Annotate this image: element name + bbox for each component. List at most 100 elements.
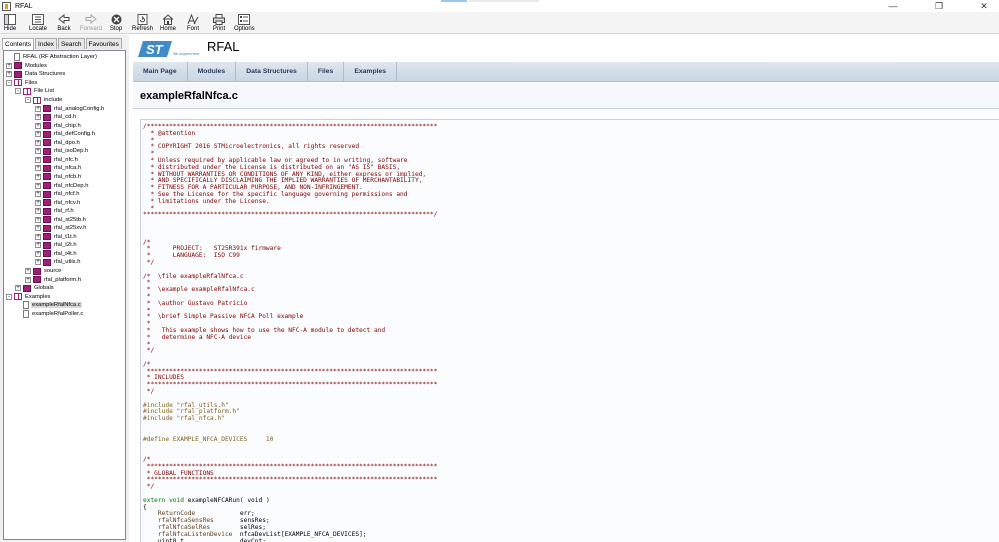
font-button[interactable]: Font xyxy=(186,12,200,34)
tree-item[interactable]: + rfal_nfcf.h xyxy=(35,190,80,199)
expand-icon[interactable]: + xyxy=(35,148,41,155)
expand-icon[interactable]: + xyxy=(35,216,41,223)
content-area: ST life.augmented RFAL Main Page Modules… xyxy=(133,35,999,542)
expand-icon[interactable]: + xyxy=(35,139,41,146)
back-button[interactable]: Back xyxy=(57,12,71,34)
code-listing[interactable]: /***************************************… xyxy=(140,119,999,542)
refresh-button[interactable]: Refresh xyxy=(132,12,153,34)
tree-item[interactable]: + rfal_isoDep.h xyxy=(35,147,89,156)
expand-icon[interactable]: + xyxy=(35,191,41,198)
tree-item[interactable]: + rfal_st25xv.h xyxy=(35,224,87,233)
options-button[interactable]: Options xyxy=(234,12,255,34)
tree-item[interactable]: + rfal_cd.h xyxy=(35,113,77,122)
expand-icon[interactable]: + xyxy=(35,242,41,249)
tree-item[interactable]: + rfal_platform.h xyxy=(25,275,82,284)
tree-item[interactable]: + rfal_nfcv.h xyxy=(35,198,81,207)
tree-item[interactable]: + rfal_rf.h xyxy=(35,207,75,216)
tree-item-label: rfal_defConfig.h xyxy=(54,131,95,138)
locate-button[interactable]: Locate xyxy=(29,12,47,34)
expand-icon[interactable]: + xyxy=(35,259,41,266)
expand-icon[interactable]: + xyxy=(35,173,41,180)
closed-book-icon xyxy=(43,250,51,258)
tree-item[interactable]: + rfal_nfcb.h xyxy=(35,173,82,182)
tree-item-label: rfal_dpo.h xyxy=(54,139,80,146)
tree-item[interactable]: - Files xyxy=(6,79,38,88)
collapse-icon[interactable]: - xyxy=(6,79,12,86)
tree-item[interactable]: + rfal_utils.h xyxy=(35,258,81,267)
logo-text: ST xyxy=(146,42,164,57)
expand-icon[interactable]: + xyxy=(35,165,41,172)
expand-icon[interactable]: + xyxy=(35,182,41,189)
tab-examples[interactable]: Examples xyxy=(344,62,398,82)
tree-item[interactable]: - include xyxy=(25,96,63,105)
tree-item[interactable]: + Data Structures xyxy=(6,70,66,79)
tab-modules[interactable]: Modules xyxy=(188,62,237,82)
minimize-button[interactable]: — xyxy=(878,0,908,12)
tree-item[interactable]: - Examples xyxy=(6,292,51,301)
forward-button[interactable]: Forward xyxy=(80,12,102,34)
print-button[interactable]: Print xyxy=(212,12,226,34)
collapse-icon[interactable]: - xyxy=(6,293,12,300)
tree-item[interactable]: + rfal_analogConfig.h xyxy=(35,104,105,113)
tree-item[interactable]: + Modules xyxy=(6,62,48,71)
tab-files[interactable]: Files xyxy=(308,62,345,82)
expand-icon[interactable]: + xyxy=(35,131,41,138)
expand-icon[interactable]: + xyxy=(15,285,21,292)
tree-item[interactable]: + rfal_nfca.h xyxy=(35,164,82,173)
tab-favourites[interactable]: Favourites xyxy=(85,38,122,49)
tab-data-structures[interactable]: Data Structures xyxy=(236,62,308,82)
tree-item[interactable]: + rfal_st25tb.h xyxy=(35,215,87,224)
expand-icon[interactable]: + xyxy=(35,105,41,112)
collapse-icon[interactable]: - xyxy=(25,97,31,103)
tree-item[interactable]: + rfal_t2t.h xyxy=(35,241,78,250)
expand-icon[interactable]: + xyxy=(35,208,41,215)
tab-main-page[interactable]: Main Page xyxy=(133,62,188,82)
tab-index[interactable]: Index xyxy=(35,38,57,49)
tree-item[interactable]: + rfal_t1t.h xyxy=(35,233,78,242)
code-line: */ xyxy=(143,388,155,396)
code-type-link[interactable]: rfalNfcaListenDevice xyxy=(158,531,233,538)
tab-search[interactable]: Search xyxy=(57,38,85,49)
tree-item[interactable]: exampleRfalPoller.c xyxy=(15,309,84,319)
closed-book-icon xyxy=(33,267,41,275)
code-line: * xyxy=(143,279,151,287)
code-line: * limitations under the License. xyxy=(143,197,270,205)
tree-item[interactable]: + rfal_dpo.h xyxy=(35,139,81,148)
tree-item[interactable]: + rfal_nfc.h xyxy=(35,156,79,165)
expand-icon[interactable]: + xyxy=(35,199,41,206)
closed-book-icon xyxy=(43,122,51,130)
expand-icon[interactable]: + xyxy=(35,114,41,121)
tree-item[interactable]: + rfal_chip.h xyxy=(35,121,82,130)
tree-item[interactable]: + rfal_t4t.h xyxy=(35,250,78,259)
contents-tree[interactable]: RFAL (RF Abstraction Layer) + Modules + Data… xyxy=(3,50,126,540)
home-button[interactable]: Home xyxy=(160,12,176,34)
tree-item-label: Modules xyxy=(25,62,47,69)
expand-icon[interactable]: + xyxy=(35,225,41,232)
close-button[interactable]: ✕ xyxy=(969,0,999,12)
code-line: ****************************************… xyxy=(143,211,438,219)
tree-item[interactable]: + Globals xyxy=(15,284,55,293)
restore-button[interactable]: ❐ xyxy=(924,0,954,12)
options-icon xyxy=(237,13,251,25)
expand-icon[interactable]: + xyxy=(35,156,41,163)
expand-icon[interactable]: + xyxy=(6,62,12,69)
expand-icon[interactable]: + xyxy=(25,268,31,274)
expand-icon[interactable]: + xyxy=(6,71,12,78)
expand-icon[interactable]: + xyxy=(35,250,41,257)
code-line: rfalNfcaSensRes sensRes; xyxy=(157,517,270,525)
expand-icon[interactable]: + xyxy=(35,122,41,129)
expand-icon[interactable]: + xyxy=(35,233,41,240)
tree-item[interactable]: RFAL (RF Abstraction Layer) xyxy=(6,53,98,62)
tree-item[interactable]: exampleRfalNfca.c xyxy=(15,301,82,310)
expand-icon[interactable]: + xyxy=(25,276,31,283)
tree-item[interactable]: + rfal_defConfig.h xyxy=(35,130,96,139)
tree-item[interactable]: + source xyxy=(25,267,62,276)
tree-item[interactable]: + rfal_nfcDep.h xyxy=(35,181,89,190)
stop-button[interactable]: Stop xyxy=(109,12,123,34)
tree-item[interactable]: - File List xyxy=(15,87,55,96)
tab-contents[interactable]: Contents xyxy=(2,38,35,50)
hide-button[interactable]: Hide xyxy=(3,12,17,34)
collapse-icon[interactable]: - xyxy=(15,88,21,95)
